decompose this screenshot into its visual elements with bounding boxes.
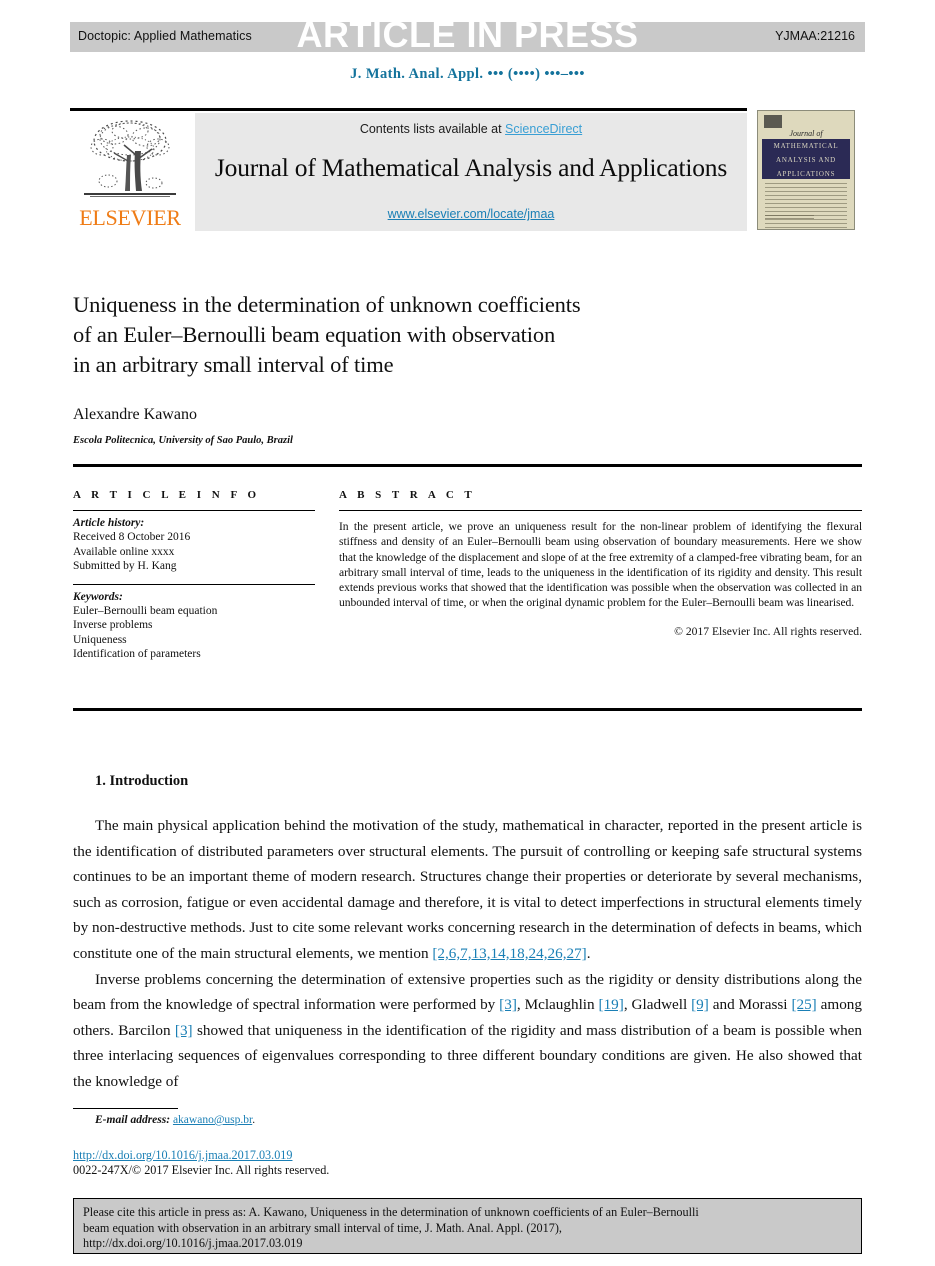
cover-elsevier-mark: [764, 115, 782, 128]
abstract-copyright: © 2017 Elsevier Inc. All rights reserved…: [674, 624, 862, 638]
keywords-label: Keywords:: [73, 590, 123, 603]
article-history-block: Article history: Received 8 October 2016…: [73, 517, 315, 574]
cover-title-band: MATHEMATICAL ANALYSIS AND APPLICATIONS: [762, 139, 850, 179]
journal-cover-thumbnail: Journal of MATHEMATICAL ANALYSIS AND APP…: [757, 110, 855, 230]
paragraph-2: Inverse problems concerning the determin…: [73, 967, 862, 1095]
info-section-top-rule: [73, 464, 862, 467]
cover-footer-lines: [765, 215, 847, 225]
info-rule-1: [73, 510, 315, 511]
elsevier-logo: ELSEVIER: [70, 111, 190, 233]
title-block: Uniqueness in the determination of unkno…: [73, 290, 863, 446]
masthead: ELSEVIER Contents lists available at Sci…: [70, 111, 747, 233]
article-info-column: Article history: Received 8 October 2016…: [73, 510, 315, 672]
citation-link[interactable]: [9]: [691, 996, 709, 1013]
article-info-heading: A R T I C L E I N F O: [73, 489, 261, 501]
footnote-rule: [73, 1108, 178, 1110]
issn-copyright-line: 0022-247X/© 2017 Elsevier Inc. All right…: [73, 1163, 330, 1177]
title-line-1: Uniqueness in the determination of unkno…: [73, 292, 581, 317]
contents-available-line: Contents lists available at ScienceDirec…: [195, 122, 747, 136]
keyword-item: Uniqueness: [73, 633, 127, 646]
doi-link[interactable]: http://dx.doi.org/10.1016/j.jmaa.2017.03…: [73, 1148, 292, 1163]
keyword-item: Inverse problems: [73, 619, 153, 631]
article-number: YJMAA:21216: [775, 29, 855, 43]
article-in-press-bar: Doctopic: Applied Mathematics ARTICLE IN…: [70, 14, 865, 55]
contents-panel: Contents lists available at ScienceDirec…: [195, 113, 747, 231]
email-label: E-mail address:: [95, 1114, 171, 1126]
history-item: Received 8 October 2016: [73, 531, 191, 543]
history-item: Submitted by H. Kang: [73, 560, 177, 572]
page-title: Uniqueness in the determination of unkno…: [73, 290, 863, 380]
journal-running-head: J. Math. Anal. Appl. ••• (••••) •••–•••: [350, 66, 585, 82]
citation-link[interactable]: [3]: [499, 996, 517, 1013]
para2-text-c: , Gladwell: [623, 996, 692, 1014]
email-period: .: [252, 1114, 256, 1126]
article-page: Doctopic: Applied Mathematics ARTICLE IN…: [0, 0, 935, 1266]
author-affiliation: Escola Politecnica, University of Sao Pa…: [73, 435, 293, 446]
keywords-block: Keywords: Euler–Bernoulli beam equation …: [73, 591, 315, 662]
cite-line-2: beam equation with observation in an arb…: [83, 1220, 562, 1235]
introduction-body: The main physical application behind the…: [73, 813, 862, 1095]
author-name: Alexandre Kawano: [73, 406, 197, 423]
keyword-item: Euler–Bernoulli beam equation: [73, 604, 218, 617]
citation-link[interactable]: [3]: [175, 1022, 193, 1039]
cite-this-article-box: Please cite this article in press as: A.…: [73, 1198, 862, 1254]
elsevier-tree-icon: [84, 120, 176, 197]
title-line-3: in an arbitrary small interval of time: [73, 352, 394, 377]
section-heading-introduction: 1. Introduction: [95, 773, 189, 789]
contents-prefix: Contents lists available at: [359, 122, 506, 136]
elsevier-wordmark: ELSEVIER: [79, 205, 181, 230]
article-history-label: Article history:: [73, 517, 145, 529]
para2-text-d: and Morassi: [708, 996, 792, 1014]
sciencedirect-link[interactable]: ScienceDirect: [505, 122, 582, 136]
email-link[interactable]: akawano@usp.br: [173, 1114, 252, 1126]
article-in-press-title: ARTICLE IN PRESS: [296, 14, 639, 55]
title-line-2: of an Euler–Bernoulli beam equation with…: [73, 322, 556, 347]
cover-band-line-1: MATHEMATICAL: [773, 142, 839, 150]
citation-link[interactable]: [25]: [791, 996, 816, 1013]
paragraph-1: The main physical application behind the…: [73, 813, 862, 967]
cover-toc-lines: [765, 183, 847, 228]
info-rule-2: [73, 583, 315, 585]
keyword-item: Identification of parameters: [73, 648, 201, 660]
abstract-rule: [339, 510, 862, 511]
cover-band-line-3: APPLICATIONS: [776, 170, 836, 178]
cover-journal-of-label: Journal of: [789, 129, 823, 138]
cite-line-1: Please cite this article in press as: A.…: [83, 1205, 699, 1219]
footnote-email-line: E-mail address: akawano@usp.br.: [95, 1114, 255, 1126]
citation-link[interactable]: [19]: [599, 996, 624, 1013]
info-section-bottom-rule: [73, 708, 862, 711]
abstract-column: In the present article, we prove an uniq…: [339, 510, 862, 638]
cover-band-line-2: ANALYSIS AND: [775, 156, 837, 164]
citation-link[interactable]: [2,6,7,13,14,18,24,26,27]: [432, 945, 586, 962]
abstract-heading: A B S T R A C T: [339, 489, 476, 501]
cite-line-3: http://dx.doi.org/10.1016/j.jmaa.2017.03…: [83, 1236, 303, 1250]
history-item: Available online xxxx: [73, 545, 175, 558]
para1-text-a: The main physical application behind the…: [73, 817, 862, 962]
abstract-text: In the present article, we prove an uniq…: [339, 520, 862, 610]
journal-homepage-link[interactable]: www.elsevier.com/locate/jmaa: [195, 207, 747, 221]
para2-text-b: , Mclaughlin: [516, 996, 599, 1014]
para1-text-b: .: [586, 944, 591, 962]
journal-title: Journal of Mathematical Analysis and App…: [214, 153, 728, 182]
